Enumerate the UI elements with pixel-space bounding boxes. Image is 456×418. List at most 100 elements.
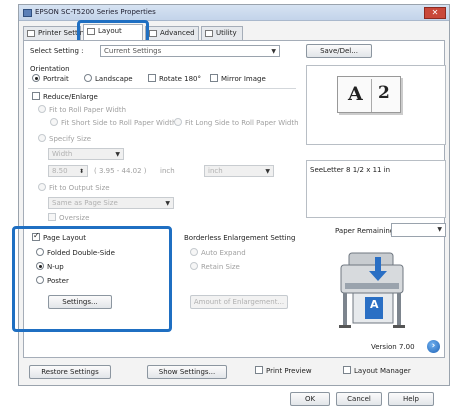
dropdown-arrow-icon: ▼ bbox=[437, 226, 442, 233]
divider bbox=[28, 88, 296, 89]
n-up-option[interactable]: N-up bbox=[36, 262, 64, 271]
fit-long-side-label: Fit Long Side to Roll Paper Width bbox=[185, 119, 299, 127]
poster-radio[interactable] bbox=[36, 276, 44, 284]
preview-page-letter: A bbox=[348, 83, 363, 105]
close-button[interactable]: ✕ bbox=[424, 7, 446, 19]
n-up-radio[interactable] bbox=[36, 262, 44, 270]
size-value-spinner[interactable]: 8.50 ⬍ bbox=[48, 165, 88, 177]
mirror-image-option[interactable]: Mirror Image bbox=[210, 74, 266, 83]
reduce-enlarge-label: Reduce/Enlarge bbox=[43, 93, 98, 101]
tab-printer-settings[interactable]: Printer Settings bbox=[23, 26, 92, 40]
dropdown-arrow-icon: ▼ bbox=[165, 200, 170, 207]
print-preview-label: Print Preview bbox=[266, 367, 312, 375]
borderless-label: Borderless Enlargement Setting bbox=[184, 234, 296, 242]
unit-dropdown[interactable]: inch ▼ bbox=[204, 165, 274, 177]
fit-roll-width-label: Fit to Roll Paper Width bbox=[49, 106, 127, 114]
auto-expand-option[interactable]: Auto Expand bbox=[190, 248, 246, 257]
page-preview-paper: A 2 bbox=[337, 76, 401, 113]
rotate-180-label: Rotate 180° bbox=[159, 75, 202, 83]
orientation-label: Orientation bbox=[30, 65, 70, 73]
fit-short-side-label: Fit Short Side to Roll Paper Width bbox=[61, 119, 177, 127]
paper-info-box: SeeLetter 8 1/2 x 11 in bbox=[306, 160, 446, 218]
show-settings-button[interactable]: Show Settings... bbox=[147, 365, 227, 379]
properties-dialog: EPSON SC-T5200 Series Properties ✕ Print… bbox=[12, 4, 450, 386]
print-preview-option[interactable]: Print Preview bbox=[255, 366, 312, 375]
printer-output-letter: A bbox=[370, 298, 379, 311]
oversize-checkbox[interactable] bbox=[48, 213, 56, 221]
landscape-radio[interactable] bbox=[84, 74, 92, 82]
poster-option[interactable]: Poster bbox=[36, 276, 69, 285]
select-setting-label: Select Setting : bbox=[30, 47, 84, 55]
print-preview-checkbox[interactable] bbox=[255, 366, 263, 374]
mirror-image-checkbox[interactable] bbox=[210, 74, 218, 82]
specify-size-label: Specify Size bbox=[49, 135, 92, 143]
landscape-option[interactable]: Landscape bbox=[84, 74, 133, 83]
save-del-button[interactable]: Save/Del... bbox=[306, 44, 372, 58]
size-type-dropdown[interactable]: Width ▼ bbox=[48, 148, 124, 160]
paper-info: SeeLetter 8 1/2 x 11 in bbox=[310, 166, 391, 174]
cancel-button[interactable]: Cancel bbox=[336, 392, 382, 406]
retain-size-label: Retain Size bbox=[201, 263, 240, 271]
unit-label: inch bbox=[160, 167, 175, 175]
unit-value: inch bbox=[208, 167, 223, 175]
tab-utility[interactable]: Utility bbox=[201, 26, 243, 40]
paper-remaining-label: Paper Remaining: bbox=[335, 227, 397, 235]
printer-illustration bbox=[339, 252, 405, 328]
amount-of-enlargement-button[interactable]: Amount of Enlargement... bbox=[190, 295, 288, 309]
output-size-value: Same as Page Size bbox=[52, 199, 118, 207]
portrait-option[interactable]: Portrait bbox=[32, 74, 69, 83]
spinner-arrows-icon: ⬍ bbox=[78, 168, 84, 175]
select-setting-dropdown[interactable]: Current Settings ▼ bbox=[100, 45, 280, 57]
printer-app-icon bbox=[23, 9, 32, 17]
tab-advanced[interactable]: Advanced bbox=[145, 26, 199, 40]
page-layout-label: Page Layout bbox=[43, 234, 86, 242]
page-layout-settings-button[interactable]: Settings... bbox=[48, 295, 112, 309]
ok-button[interactable]: OK bbox=[290, 392, 330, 406]
auto-expand-radio[interactable] bbox=[190, 248, 198, 256]
layout-manager-option[interactable]: Layout Manager bbox=[343, 366, 411, 375]
fit-short-side-option[interactable]: Fit Short Side to Roll Paper Width bbox=[50, 118, 177, 127]
layout-manager-checkbox[interactable] bbox=[343, 366, 351, 374]
info-icon[interactable]: › bbox=[427, 340, 440, 353]
fit-roll-width-option[interactable]: Fit to Roll Paper Width bbox=[38, 105, 127, 114]
reduce-enlarge-checkbox[interactable] bbox=[32, 92, 40, 100]
paper-remaining-field[interactable]: ▼ bbox=[391, 223, 446, 237]
landscape-label: Landscape bbox=[95, 75, 133, 83]
reduce-enlarge-option[interactable]: Reduce/Enlarge bbox=[32, 92, 98, 101]
utility-tab-icon bbox=[205, 30, 213, 37]
retain-size-option[interactable]: Retain Size bbox=[190, 262, 240, 271]
fit-output-size-radio[interactable] bbox=[38, 183, 46, 191]
fit-roll-width-radio[interactable] bbox=[38, 105, 46, 113]
folded-double-side-option[interactable]: Folded Double-Side bbox=[36, 248, 115, 257]
retain-size-radio[interactable] bbox=[190, 262, 198, 270]
oversize-label: Oversize bbox=[59, 214, 90, 222]
fit-long-side-option[interactable]: Fit Long Side to Roll Paper Width bbox=[174, 118, 299, 127]
output-size-dropdown[interactable]: Same as Page Size ▼ bbox=[48, 197, 174, 209]
oversize-option[interactable]: Oversize bbox=[48, 213, 90, 222]
fit-output-size-option[interactable]: Fit to Output Size bbox=[38, 183, 110, 192]
title-bar: EPSON SC-T5200 Series Properties ✕ bbox=[19, 5, 449, 21]
portrait-label: Portrait bbox=[43, 75, 69, 83]
mirror-image-label: Mirror Image bbox=[221, 75, 266, 83]
dropdown-arrow-icon: ▼ bbox=[115, 151, 120, 158]
size-value: 8.50 bbox=[52, 167, 68, 175]
preview-page-number: 2 bbox=[378, 83, 390, 103]
layout-manager-label: Layout Manager bbox=[354, 367, 411, 375]
specify-size-radio[interactable] bbox=[38, 134, 46, 142]
page-layout-option[interactable]: Page Layout bbox=[32, 231, 86, 242]
folded-double-side-radio[interactable] bbox=[36, 248, 44, 256]
window-title: EPSON SC-T5200 Series Properties bbox=[35, 8, 156, 16]
fit-short-side-radio[interactable] bbox=[50, 118, 58, 126]
dropdown-arrow-icon: ▼ bbox=[265, 168, 270, 175]
restore-settings-button[interactable]: Restore Settings bbox=[29, 365, 111, 379]
printer-settings-tab-icon bbox=[27, 30, 35, 37]
specify-size-option[interactable]: Specify Size bbox=[38, 134, 92, 143]
rotate-180-option[interactable]: Rotate 180° bbox=[148, 74, 202, 83]
tab-utility-label: Utility bbox=[216, 29, 237, 37]
page-layout-checkbox[interactable] bbox=[32, 231, 40, 241]
help-button[interactable]: Help bbox=[388, 392, 434, 406]
page-divider bbox=[371, 79, 372, 112]
rotate-180-checkbox[interactable] bbox=[148, 74, 156, 82]
portrait-radio[interactable] bbox=[32, 74, 40, 82]
fit-long-side-radio[interactable] bbox=[174, 118, 182, 126]
